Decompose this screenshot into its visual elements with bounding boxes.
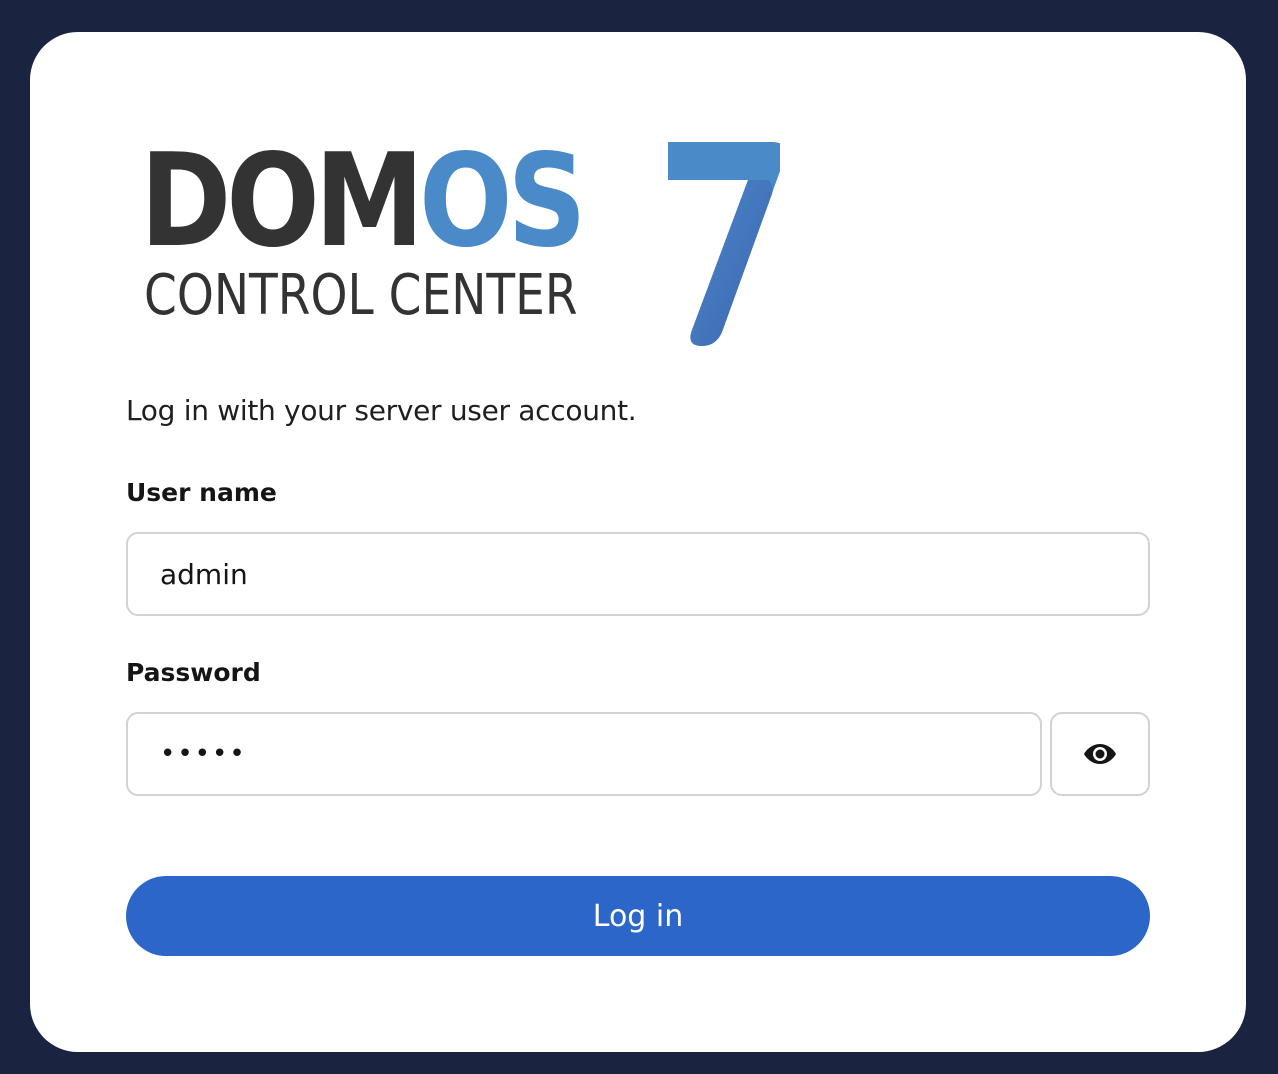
eye-icon (1084, 744, 1116, 764)
show-password-button[interactable] (1050, 712, 1150, 796)
logo-seven-mark (668, 142, 780, 346)
password-field[interactable] (126, 712, 1042, 796)
login-card: DOMOS CONTROL CENTER Log in with your se… (30, 32, 1246, 1052)
password-label: Password (126, 658, 261, 687)
username-field[interactable] (126, 532, 1150, 616)
logo-subtitle: CONTROL CENTER (144, 263, 578, 328)
username-label: User name (126, 478, 277, 507)
logo-wordmark: DOMOS (140, 138, 587, 266)
login-intro-text: Log in with your server user account. (126, 394, 637, 427)
log-in-button[interactable]: Log in (126, 876, 1150, 956)
logo-word-dom: DOM (140, 127, 424, 276)
domos-control-center-logo: DOMOS CONTROL CENTER (140, 138, 780, 350)
logo-word-os: OS (419, 127, 587, 276)
